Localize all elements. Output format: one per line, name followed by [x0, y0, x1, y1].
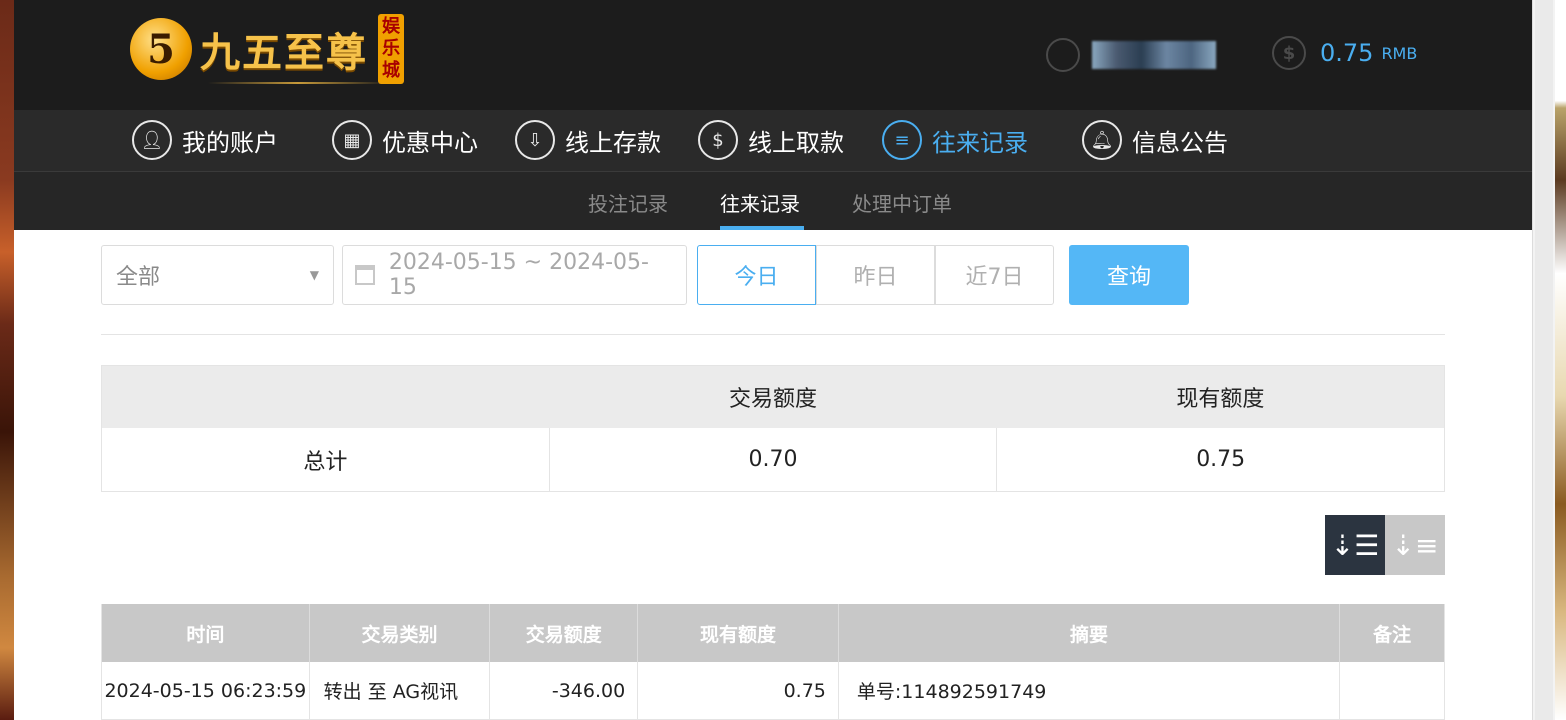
sub-nav: 投注记录 往来记录 处理中订单 — [14, 172, 1532, 230]
background-left — [0, 0, 14, 720]
cell-amount: -346.00 — [490, 662, 639, 719]
header: 5 九五至尊 娱乐城 $ 0.75 RMB — [14, 0, 1532, 110]
summary-cell: 0.70 — [548, 428, 997, 491]
cell-remark — [1340, 662, 1444, 719]
logo-text: 九五至尊 — [200, 29, 368, 76]
tab-bet-records[interactable]: 投注记录 — [588, 188, 668, 217]
yesterday-button[interactable]: 昨日 — [816, 245, 935, 305]
cell-balance: 0.75 — [638, 662, 839, 719]
dollar-icon: $ — [1272, 36, 1306, 70]
page: 5 九五至尊 娱乐城 $ 0.75 RMB 👤︎ 我的账户 ▦ 优惠中心 ⇩ 线… — [14, 0, 1532, 720]
column-header: 现有额度 — [638, 604, 839, 662]
sort-ascending-button[interactable]: ⇣≡ — [1385, 515, 1445, 575]
records-header: 时间 交易类别 交易额度 现有额度 摘要 备注 — [102, 604, 1444, 662]
username-redacted — [1092, 41, 1216, 69]
user-icon: 👤︎ — [132, 120, 172, 160]
balance-unit: RMB — [1381, 43, 1418, 63]
nav-announcements[interactable]: 🔔︎ 信息公告 — [1082, 120, 1228, 160]
last-7-days-button[interactable]: 近7日 — [935, 245, 1054, 305]
divider — [101, 334, 1445, 335]
nav-label: 信息公告 — [1132, 128, 1228, 157]
summary-header: 交易额度 现有额度 — [102, 366, 1444, 428]
date-range-input[interactable]: 2024-05-15 ~ 2024-05-15 — [342, 245, 687, 305]
bell-icon: 🔔︎ — [1082, 120, 1122, 160]
sort-descending-button[interactable]: ⇣☰ — [1325, 515, 1385, 575]
nav-promotions[interactable]: ▦ 优惠中心 — [332, 120, 478, 160]
deposit-icon: ⇩ — [515, 120, 555, 160]
background-edge — [1555, 0, 1566, 720]
tab-pending-orders[interactable]: 处理中订单 — [852, 188, 952, 217]
withdraw-icon: $ — [698, 120, 738, 160]
nav-label: 线上取款 — [748, 128, 844, 157]
background-right — [1532, 0, 1566, 720]
summary-header-cell — [102, 366, 549, 428]
quick-range-group: 今日 昨日 近7日 — [697, 245, 1054, 305]
active-tab-underline — [720, 226, 804, 230]
nav-label: 优惠中心 — [382, 128, 478, 157]
logo-mark: 5 — [130, 18, 192, 80]
chevron-down-icon: ▼ — [309, 268, 319, 282]
balance-value: 0.75 — [1320, 39, 1374, 67]
type-select-value: 全部 — [116, 265, 161, 290]
records-table: 时间 交易类别 交易额度 现有额度 摘要 备注 2024-05-15 06:23… — [101, 604, 1445, 720]
nav-records[interactable]: ≡ 往来记录 — [882, 120, 1028, 160]
cell-summary: 单号:114892591749 — [839, 662, 1341, 719]
logo-subtitle: 娱乐城 — [378, 14, 404, 84]
sort-desc-icon: ⇣☰ — [1330, 528, 1380, 562]
balance-block: $ 0.75 RMB — [1272, 36, 1417, 70]
tab-transaction-records[interactable]: 往来记录 — [720, 188, 800, 217]
user-block[interactable] — [1046, 38, 1216, 72]
summary-cell: 0.75 — [996, 428, 1444, 491]
summary-table: 交易额度 现有额度 总计 0.70 0.75 — [101, 365, 1445, 492]
column-header: 交易类别 — [310, 604, 491, 662]
nav-my-account[interactable]: 👤︎ 我的账户 — [132, 120, 278, 160]
type-select[interactable]: 全部 ▼ — [101, 245, 334, 305]
logo[interactable]: 5 九五至尊 娱乐城 — [130, 14, 404, 84]
records-icon: ≡ — [882, 120, 922, 160]
summary-header-cell: 现有额度 — [1176, 387, 1265, 412]
cell-type: 转出 至 AG视讯 — [310, 662, 491, 719]
sort-asc-icon: ⇣≡ — [1391, 528, 1439, 562]
query-button[interactable]: 查询 — [1069, 245, 1189, 305]
scrollbar[interactable] — [1535, 0, 1553, 720]
gift-icon: ▦ — [332, 120, 372, 160]
cell-time: 2024-05-15 06:23:59 — [102, 662, 310, 719]
summary-cell: 总计 — [303, 449, 348, 475]
calendar-icon — [355, 265, 375, 285]
column-header: 备注 — [1373, 623, 1412, 646]
column-header: 交易额度 — [490, 604, 639, 662]
column-header: 时间 — [102, 604, 310, 662]
nav-deposit[interactable]: ⇩ 线上存款 — [515, 120, 661, 160]
today-button[interactable]: 今日 — [697, 245, 816, 305]
nav-label: 往来记录 — [932, 128, 1028, 157]
logo-ornament — [208, 82, 388, 84]
user-avatar-icon — [1046, 38, 1080, 72]
summary-row: 总计 0.70 0.75 — [102, 428, 1444, 491]
nav-withdraw[interactable]: $ 线上取款 — [698, 120, 844, 160]
nav-label: 线上存款 — [565, 128, 661, 157]
date-range-value: 2024-05-15 ~ 2024-05-15 — [388, 250, 649, 300]
table-row: 2024-05-15 06:23:59 转出 至 AG视讯 -346.00 0.… — [102, 662, 1444, 720]
column-header: 摘要 — [839, 604, 1341, 662]
summary-header-cell: 交易额度 — [728, 387, 817, 412]
nav-label: 我的账户 — [182, 128, 278, 157]
